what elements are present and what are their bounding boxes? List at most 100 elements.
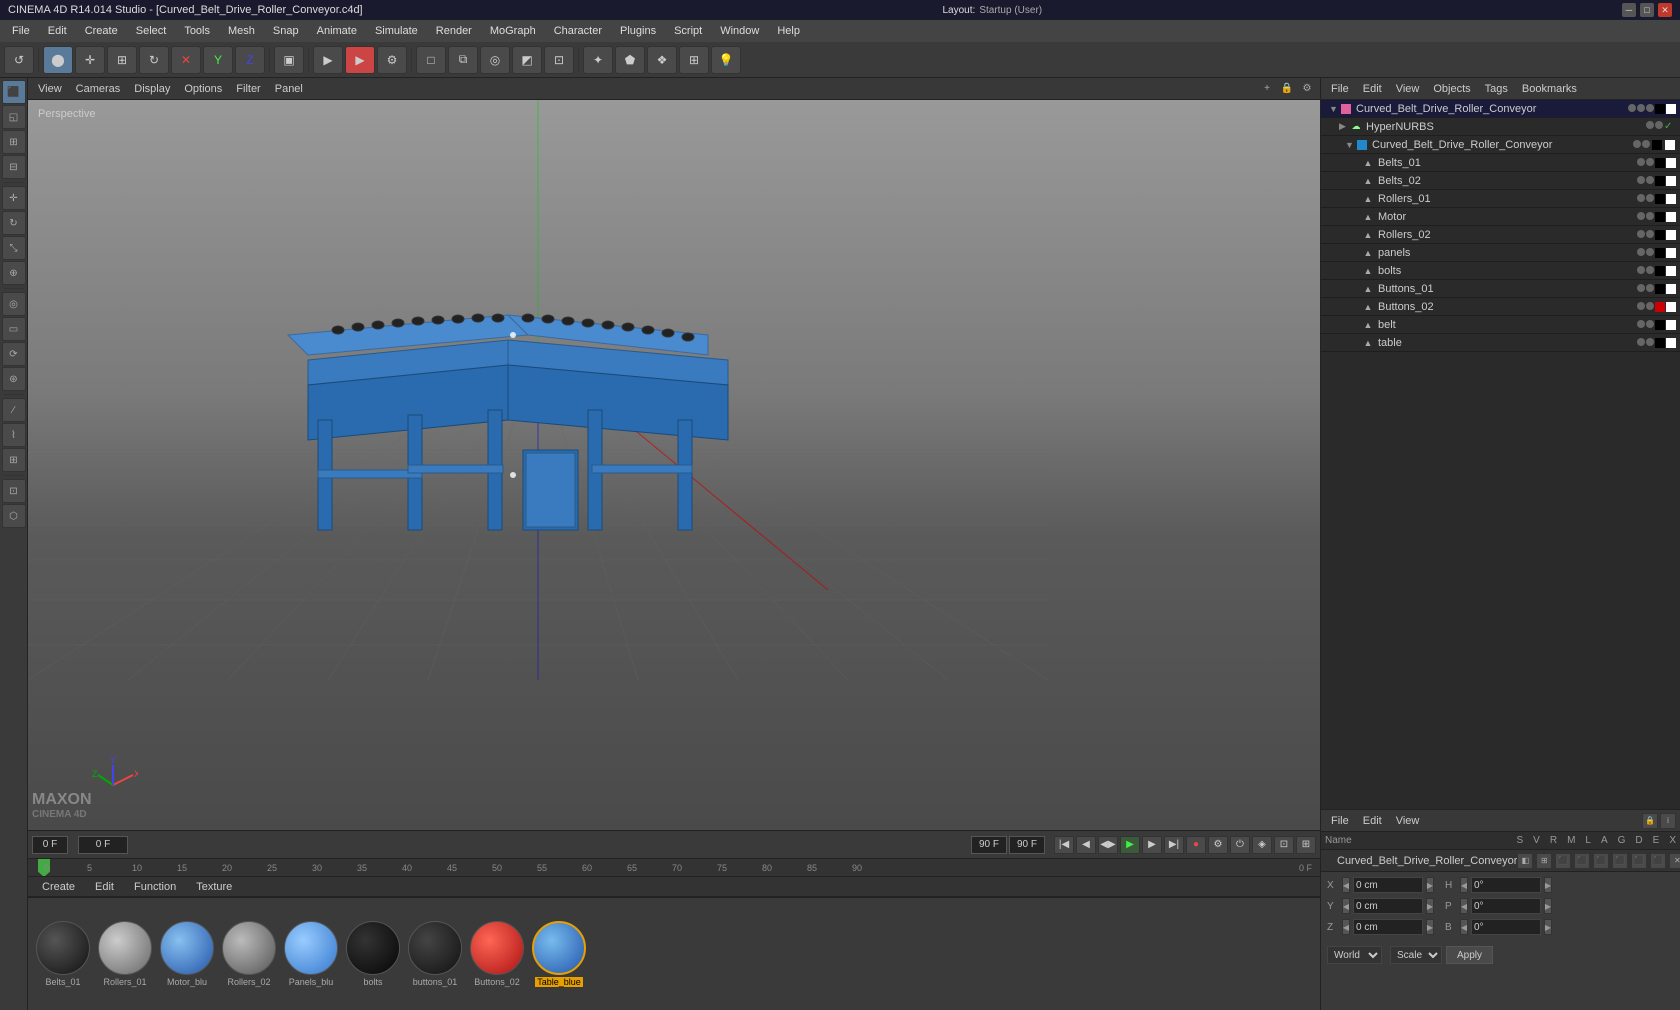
apply-button[interactable]: Apply bbox=[1446, 946, 1493, 964]
field-b-rot[interactable] bbox=[1471, 919, 1541, 935]
cmd-x[interactable]: ✕ bbox=[171, 46, 201, 74]
obj-row-panels[interactable]: ▲ panels bbox=[1321, 244, 1680, 262]
mat-tab-edit[interactable]: Edit bbox=[87, 879, 122, 895]
mat-tab-create[interactable]: Create bbox=[34, 879, 83, 895]
current-frame-input[interactable] bbox=[32, 836, 68, 854]
tool-polygon[interactable]: ⊞ bbox=[2, 130, 26, 154]
go-start-button[interactable]: |◀ bbox=[1054, 836, 1074, 854]
menu-create[interactable]: Create bbox=[77, 23, 126, 39]
menu-animate[interactable]: Animate bbox=[309, 23, 365, 39]
field-p-rot[interactable] bbox=[1471, 898, 1541, 914]
field-arrow-p2[interactable]: ▶ bbox=[1544, 898, 1552, 914]
camera[interactable]: ◩ bbox=[512, 46, 542, 74]
menu-help[interactable]: Help bbox=[769, 23, 808, 39]
tool-texture[interactable]: ⊟ bbox=[2, 155, 26, 179]
undo-button[interactable]: ↺ bbox=[4, 46, 34, 74]
minimize-button[interactable]: ─ bbox=[1622, 3, 1636, 17]
markers-button[interactable]: ◈ bbox=[1252, 836, 1272, 854]
vp-menu-panel[interactable]: Panel bbox=[269, 81, 309, 97]
attr-ctrl5[interactable]: ⬛ bbox=[1593, 853, 1609, 869]
render-picture[interactable]: ▶ bbox=[345, 46, 375, 74]
material-item-buttons01[interactable]: buttons_01 bbox=[408, 921, 462, 987]
obj-row-buttons01[interactable]: ▲ Buttons_01 bbox=[1321, 280, 1680, 298]
tool-extrude[interactable]: ⊕ bbox=[2, 261, 26, 285]
cmd-y[interactable]: Y bbox=[203, 46, 233, 74]
menu-mograph[interactable]: MoGraph bbox=[482, 23, 544, 39]
menu-mesh[interactable]: Mesh bbox=[220, 23, 263, 39]
vp-menu-options[interactable]: Options bbox=[178, 81, 228, 97]
end-frame2-input[interactable] bbox=[1009, 836, 1045, 854]
tool-object-mode[interactable]: ⬛ bbox=[2, 80, 26, 104]
play-back-button[interactable]: ◀▶ bbox=[1098, 836, 1118, 854]
obj-row-rollers02[interactable]: ▲ Rollers_02 bbox=[1321, 226, 1680, 244]
menu-select[interactable]: Select bbox=[128, 23, 175, 39]
motion-clip[interactable]: ⊡ bbox=[1274, 836, 1294, 854]
menu-edit[interactable]: Edit bbox=[40, 23, 75, 39]
tool-weld[interactable]: ⊞ bbox=[2, 448, 26, 472]
menu-character[interactable]: Character bbox=[546, 23, 610, 39]
material-item-bolts[interactable]: bolts bbox=[346, 921, 400, 987]
edit-tool[interactable]: ✦ bbox=[583, 46, 613, 74]
step-forward-button[interactable]: ▶ bbox=[1142, 836, 1162, 854]
field-arrow-z2[interactable]: ▶ bbox=[1426, 919, 1434, 935]
field-arrow-y[interactable]: ◀ bbox=[1342, 898, 1350, 914]
obj-menu-tags[interactable]: Tags bbox=[1479, 81, 1514, 97]
attr-ctrl9[interactable]: ✕ bbox=[1669, 853, 1680, 869]
field-h-rot[interactable] bbox=[1471, 877, 1541, 893]
field-arrow-x2[interactable]: ▶ bbox=[1426, 877, 1434, 893]
power-button[interactable]: ⏻ bbox=[1230, 836, 1250, 854]
timeline-button[interactable]: ⊞ bbox=[1296, 836, 1316, 854]
close-button[interactable]: ✕ bbox=[1658, 3, 1672, 17]
scale-tool[interactable]: ⊞ bbox=[107, 46, 137, 74]
material-item-panelsblue[interactable]: Panels_blu bbox=[284, 921, 338, 987]
rotate-tool[interactable]: ↻ bbox=[139, 46, 169, 74]
menu-tools[interactable]: Tools bbox=[176, 23, 218, 39]
field-arrow-b2[interactable]: ▶ bbox=[1544, 919, 1552, 935]
vp-menu-display[interactable]: Display bbox=[128, 81, 176, 97]
tool-loop[interactable]: ⟳ bbox=[2, 342, 26, 366]
vp-settings-icon[interactable]: ⚙ bbox=[1298, 80, 1316, 98]
light[interactable]: 💡 bbox=[711, 46, 741, 74]
play-button[interactable]: ▶ bbox=[1120, 836, 1140, 854]
mat-tab-function[interactable]: Function bbox=[126, 879, 184, 895]
field-z-pos[interactable] bbox=[1353, 919, 1423, 935]
obj-menu-file[interactable]: File bbox=[1325, 81, 1355, 97]
frame-text-input[interactable] bbox=[78, 836, 128, 854]
tool-sculpt[interactable]: ⊡ bbox=[2, 479, 26, 503]
material-item-rollers01[interactable]: Rollers_01 bbox=[98, 921, 152, 987]
obj-menu-view[interactable]: View bbox=[1390, 81, 1426, 97]
menu-file[interactable]: File bbox=[4, 23, 38, 39]
tool-scale2[interactable]: ⤡ bbox=[2, 236, 26, 260]
obj-row-belts01[interactable]: ▲ Belts_01 bbox=[1321, 154, 1680, 172]
menu-snap[interactable]: Snap bbox=[265, 23, 307, 39]
vp-menu-cameras[interactable]: Cameras bbox=[70, 81, 127, 97]
tool-transform[interactable]: ✛ bbox=[2, 186, 26, 210]
material-item-rollers02[interactable]: Rollers_02 bbox=[222, 921, 276, 987]
obj-row-belt[interactable]: ▲ belt bbox=[1321, 316, 1680, 334]
render-multi[interactable]: ❖ bbox=[647, 46, 677, 74]
obj-row-root[interactable]: ▼ Curved_Belt_Drive_Roller_Conveyor bbox=[1321, 100, 1680, 118]
obj-row-table[interactable]: ▲ table bbox=[1321, 334, 1680, 352]
obj-menu-bookmarks[interactable]: Bookmarks bbox=[1516, 81, 1583, 97]
tool-magnet[interactable]: ⊛ bbox=[2, 367, 26, 391]
attr-ctrl6[interactable]: ⬛ bbox=[1612, 853, 1628, 869]
material-item-buttons02[interactable]: Buttons_02 bbox=[470, 921, 524, 987]
obj-row-bolts[interactable]: ▲ bolts bbox=[1321, 262, 1680, 280]
obj-row-conveyor[interactable]: ▼ Curved_Belt_Drive_Roller_Conveyor bbox=[1321, 136, 1680, 154]
material-item-motorblue[interactable]: Motor_blu bbox=[160, 921, 214, 987]
tool-bridge[interactable]: ⌇ bbox=[2, 423, 26, 447]
brush[interactable]: ⬟ bbox=[615, 46, 645, 74]
render-settings[interactable]: ⚙ bbox=[377, 46, 407, 74]
menu-window[interactable]: Window bbox=[712, 23, 767, 39]
field-x-pos[interactable] bbox=[1353, 877, 1423, 893]
tool-knife[interactable]: ∕ bbox=[2, 398, 26, 422]
attr-ctrl8[interactable]: ⬛ bbox=[1650, 853, 1666, 869]
field-arrow-z[interactable]: ◀ bbox=[1342, 919, 1350, 935]
menu-simulate[interactable]: Simulate bbox=[367, 23, 426, 39]
attr-lock-icon[interactable]: 🔒 bbox=[1642, 813, 1658, 829]
field-arrow-h[interactable]: ◀ bbox=[1460, 877, 1468, 893]
viewport[interactable]: Perspective bbox=[28, 100, 1320, 830]
field-arrow-x[interactable]: ◀ bbox=[1342, 877, 1350, 893]
field-arrow-b[interactable]: ◀ bbox=[1460, 919, 1468, 935]
vp-menu-view[interactable]: View bbox=[32, 81, 68, 97]
